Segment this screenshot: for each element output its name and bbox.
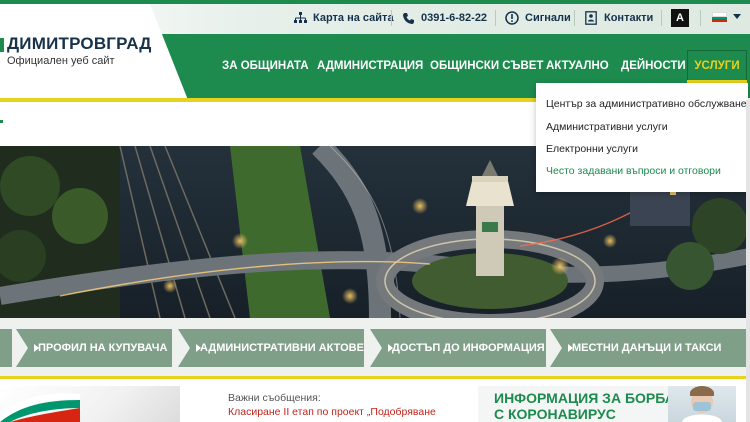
quick-link-admin-acts[interactable]: АДМИНИСТРАТИВНИ АКТОВЕ bbox=[178, 329, 364, 367]
chevron-right-icon bbox=[388, 344, 393, 352]
nav-item-services-label[interactable]: УСЛУГИ bbox=[687, 50, 747, 82]
quick-link-local-taxes[interactable]: МЕСТНИ ДАНЪЦИ И ТАКСИ bbox=[550, 329, 746, 367]
utility-divider bbox=[391, 10, 392, 26]
phone-icon bbox=[401, 11, 415, 25]
quick-link-label: ПРОФИЛ НА КУПУВАЧА bbox=[38, 342, 168, 354]
site-subtitle: Официален уеб сайт bbox=[7, 55, 115, 67]
contacts-label: Контакти bbox=[604, 12, 654, 24]
signals-label: Сигнали bbox=[525, 12, 571, 24]
quick-link-label: ДОСТЪП ДО ИНФОРМАЦИЯ bbox=[392, 342, 545, 354]
sitemap-link[interactable]: Карта на сайта bbox=[293, 8, 394, 28]
phone-link[interactable]: 0391-6-82-22 bbox=[401, 8, 487, 28]
chevron-right-icon bbox=[196, 344, 201, 352]
dropdown-item-admin-center[interactable]: Център за административно обслужване bbox=[546, 98, 747, 110]
quick-link-info-access[interactable]: ДОСТЪП ДО ИНФОРМАЦИЯ bbox=[370, 329, 546, 367]
logo-mark bbox=[0, 38, 4, 52]
dropdown-item-e-services[interactable]: Електронни услуги bbox=[546, 143, 638, 155]
nav-item-council[interactable]: ОБЩИНСКИ СЪВЕТ bbox=[430, 34, 543, 98]
contact-card-icon bbox=[584, 11, 598, 25]
utility-divider bbox=[700, 10, 701, 26]
page-edge bbox=[746, 100, 750, 422]
dropdown-item-admin-services[interactable]: Административни услуги bbox=[546, 121, 668, 133]
nav-item-about[interactable]: ЗА ОБЩИНАТА bbox=[222, 34, 309, 98]
utility-divider bbox=[574, 10, 575, 26]
quick-link-edge bbox=[0, 329, 12, 367]
news-thumbnail[interactable] bbox=[0, 386, 180, 422]
covid-banner-text[interactable]: ИНФОРМАЦИЯ ЗА БОРБА С КОРОНАВИРУС bbox=[494, 390, 675, 422]
site-title[interactable]: ДИМИТРОВГРАД bbox=[7, 34, 152, 54]
decorative-dot bbox=[0, 120, 3, 123]
phone-number: 0391-6-82-22 bbox=[421, 12, 488, 24]
quick-link-label: АДМИНИСТРАТИВНИ АКТОВЕ bbox=[200, 342, 364, 354]
chevron-right-icon bbox=[34, 344, 39, 352]
nav-item-administration[interactable]: АДМИНИСТРАЦИЯ bbox=[317, 34, 423, 98]
accessibility-toggle-button[interactable]: A bbox=[671, 9, 689, 27]
quick-link-buyer-profile[interactable]: ПРОФИЛ НА КУПУВАЧА bbox=[16, 329, 172, 367]
bulgarian-flag-icon[interactable] bbox=[712, 12, 727, 23]
dropdown-item-faq[interactable]: Често задавани въпроси и отговори bbox=[546, 165, 721, 177]
contacts-link[interactable]: Контакти bbox=[584, 8, 653, 28]
covid-banner-line2: С КОРОНАВИРУС bbox=[494, 406, 616, 422]
news-section-label: Важни съобщения: bbox=[228, 392, 321, 404]
signals-link[interactable]: Сигнали bbox=[505, 8, 571, 28]
utility-divider bbox=[661, 10, 662, 26]
covid-banner-image bbox=[668, 386, 736, 422]
covid-banner-line1: ИНФОРМАЦИЯ ЗА БОРБА bbox=[494, 390, 675, 406]
utility-divider bbox=[495, 10, 496, 26]
chevron-right-icon bbox=[568, 344, 573, 352]
chevron-down-icon[interactable] bbox=[733, 14, 741, 19]
quick-link-label: МЕСТНИ ДАНЪЦИ И ТАКСИ bbox=[572, 342, 722, 354]
services-dropdown-menu: Център за административно обслужване Адм… bbox=[536, 83, 748, 192]
alert-icon bbox=[505, 11, 519, 25]
sitemap-icon bbox=[293, 11, 307, 25]
header-accent-line bbox=[0, 98, 536, 102]
sitemap-label: Карта на сайта bbox=[313, 12, 394, 24]
news-headline-link[interactable]: Класиране II етап по проект „Подобряване bbox=[228, 406, 436, 418]
